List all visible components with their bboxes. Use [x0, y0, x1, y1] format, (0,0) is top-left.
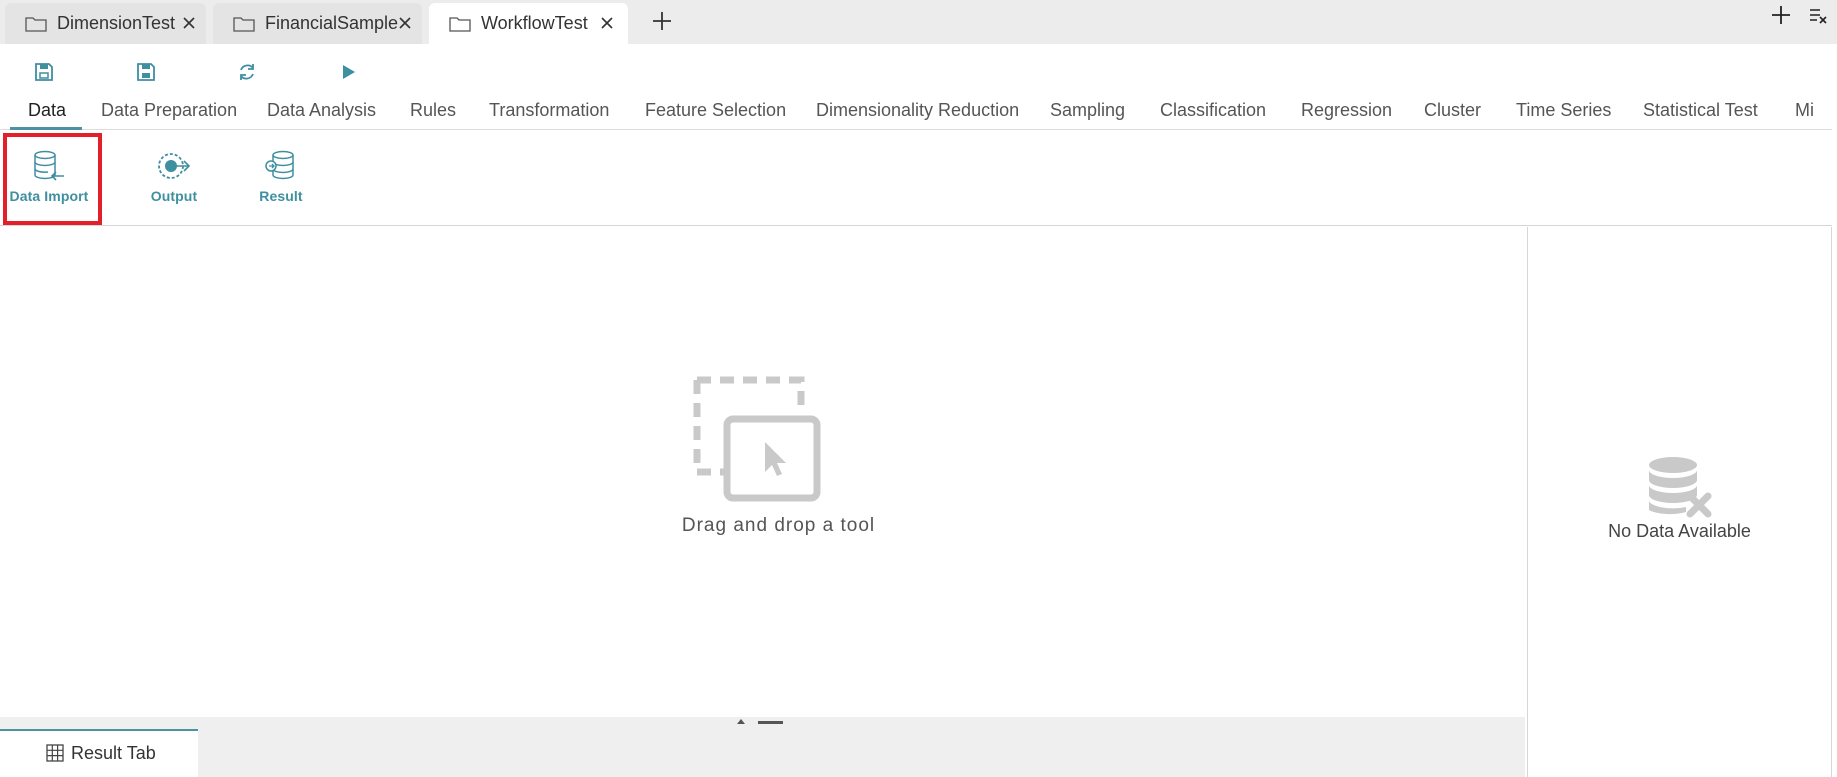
add-icon[interactable] [1770, 4, 1792, 26]
tool-label: Output [150, 188, 198, 204]
tab-data-preparation[interactable]: Data Preparation [101, 100, 237, 121]
doc-tab-label: FinancialSample [265, 13, 399, 33]
run-icon[interactable] [337, 61, 359, 83]
database-result-icon [265, 150, 294, 180]
tool-output[interactable]: Output [142, 150, 206, 204]
tab-time-series[interactable]: Time Series [1516, 100, 1611, 121]
drag-handle-icon[interactable] [758, 721, 783, 724]
no-data-database-icon [1648, 457, 1712, 518]
tab-transformation[interactable]: Transformation [489, 100, 609, 121]
tab-sampling[interactable]: Sampling [1050, 100, 1125, 121]
doc-tab-label: WorkflowTest [481, 13, 588, 33]
no-data-message: No Data Available [1608, 521, 1751, 541]
save-as-icon[interactable] [135, 61, 157, 83]
tab-regression[interactable]: Regression [1301, 100, 1392, 121]
drag-drop-placeholder-icon [693, 376, 821, 502]
new-tab-plus-icon[interactable] [651, 10, 673, 32]
save-icon[interactable] [33, 61, 55, 83]
tab-classification[interactable]: Classification [1160, 100, 1266, 121]
folder-icon [449, 17, 471, 32]
tab-dimensionality-reduction[interactable]: Dimensionality Reduction [816, 100, 1019, 121]
category-tab-bar: Data Data Preparation Data Analysis Rule… [0, 94, 1832, 130]
doc-tab-financialsample[interactable]: FinancialSample [213, 3, 422, 44]
tab-more-truncated[interactable]: Mi [1795, 100, 1813, 121]
output-icon [158, 153, 191, 179]
expand-arrow-icon[interactable] [737, 719, 745, 724]
clear-list-icon[interactable] [1808, 5, 1828, 25]
tab-statistical-test[interactable]: Statistical Test [1643, 100, 1758, 121]
tab-rules[interactable]: Rules [410, 100, 456, 121]
tool-result[interactable]: Result [254, 150, 308, 204]
tab-cluster[interactable]: Cluster [1424, 100, 1481, 121]
close-icon[interactable] [181, 15, 197, 31]
doc-tab-dimensiontest[interactable]: DimensionTest [5, 3, 206, 44]
tab-feature-selection[interactable]: Feature Selection [645, 100, 786, 121]
document-tab-bar: DimensionTest FinancialSample WorkflowTe… [0, 0, 1837, 44]
close-icon[interactable] [397, 15, 413, 31]
tools-ribbon: Data Import Output Result [0, 131, 1832, 226]
doc-tab-label: DimensionTest [57, 13, 176, 33]
table-grid-icon [46, 744, 64, 762]
tool-label: Result [259, 188, 303, 204]
result-tab-label: Result Tab [71, 743, 156, 763]
tab-data[interactable]: Data [28, 100, 66, 121]
close-icon[interactable] [599, 15, 615, 31]
result-tab-bar [0, 729, 1525, 777]
data-import-highlight-box [3, 133, 102, 225]
refresh-icon[interactable] [236, 61, 258, 83]
tab-data-analysis[interactable]: Data Analysis [267, 100, 376, 121]
doc-tab-workflowtest[interactable]: WorkflowTest [429, 3, 628, 44]
result-tab[interactable]: Result Tab [0, 729, 198, 777]
folder-icon [25, 17, 47, 32]
folder-icon [233, 17, 255, 32]
active-tab-indicator [10, 127, 82, 130]
canvas-empty-message: Drag and drop a tool [681, 515, 876, 536]
